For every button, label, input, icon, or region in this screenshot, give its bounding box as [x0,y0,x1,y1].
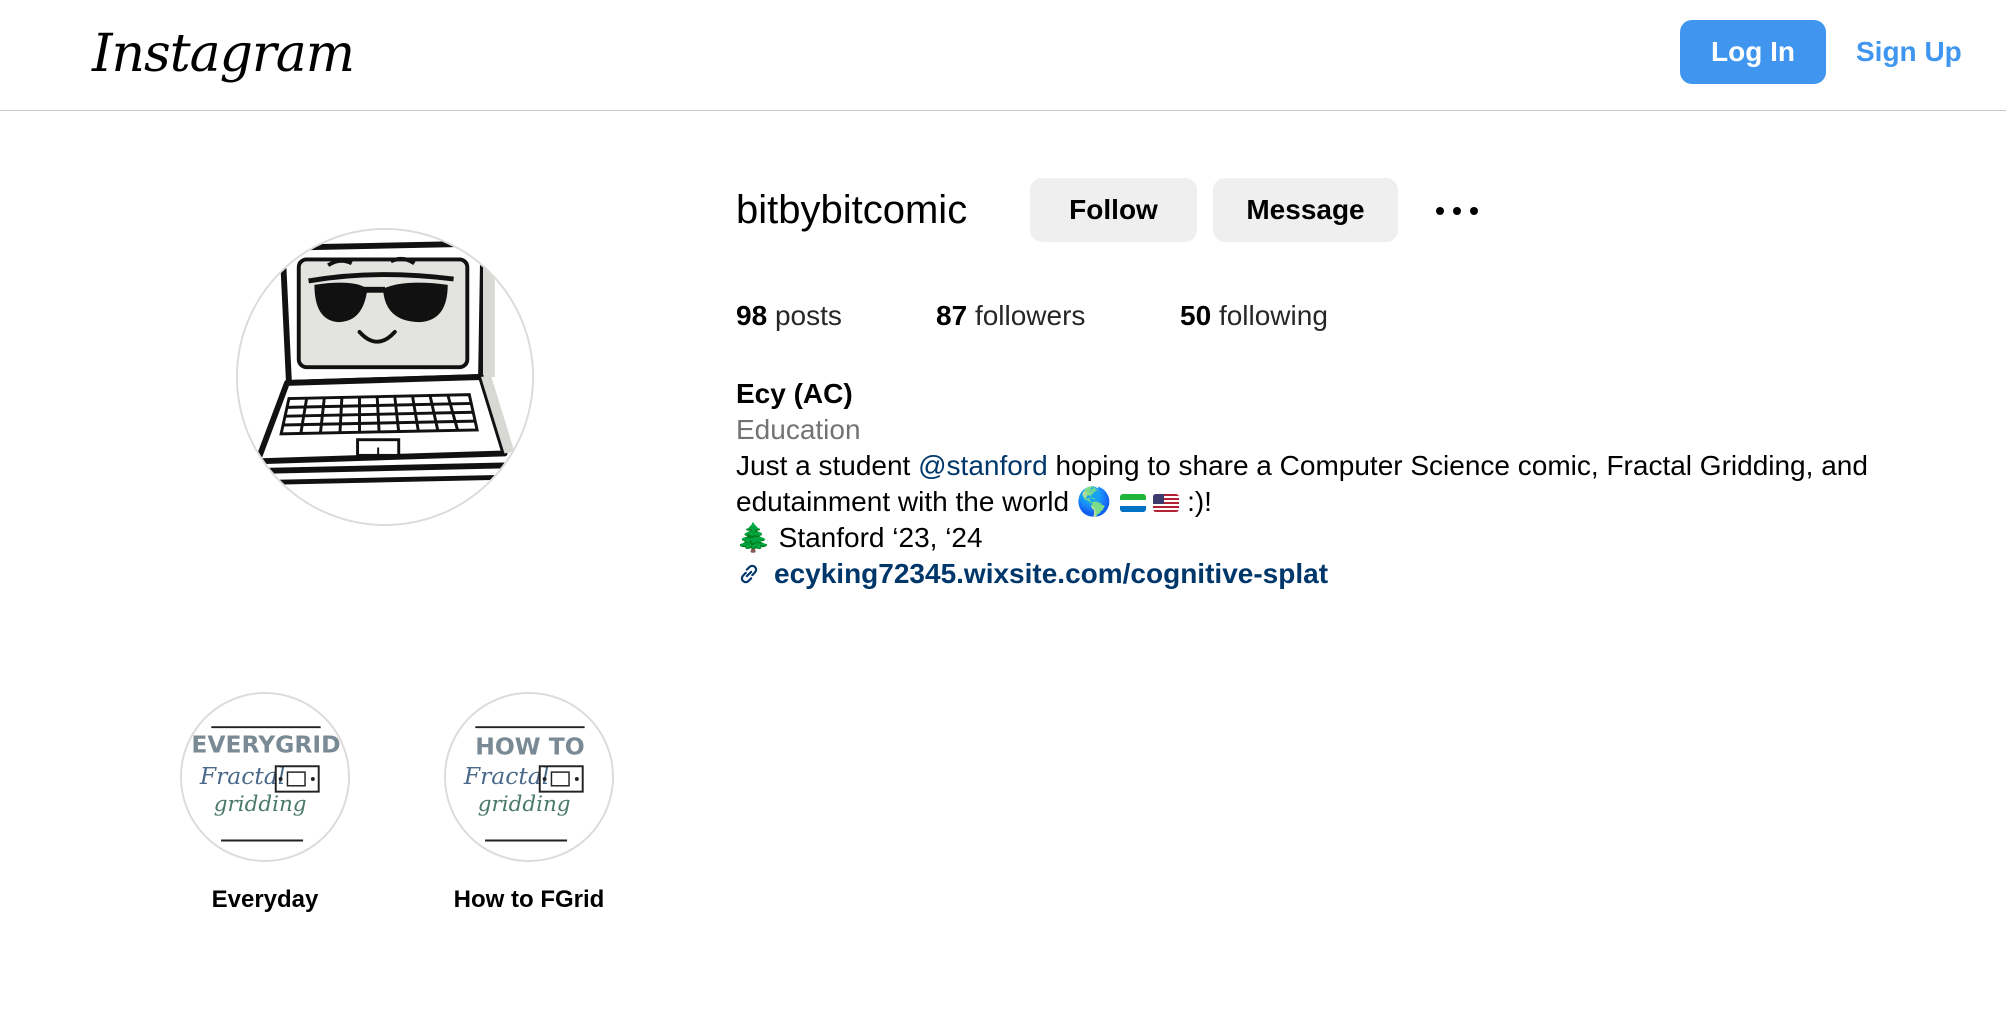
fractal-gridding-cover-icon: EVERYGRID Fractal gridding [182,694,348,860]
cover-title: EVERYGRID [191,731,340,759]
tree-emoji-icon: 🌲 [736,522,771,553]
following-stat[interactable]: 50 following [1180,300,1328,332]
highlight-cover: EVERYGRID Fractal gridding [180,692,350,862]
story-highlight-how-to-fgrid[interactable]: HOW TO Fractal gridding How to FGrid [442,692,616,914]
bio-line-2: edutainment with the world 🌎 :)! [736,484,1976,520]
bio-text-3: Stanford ‘23, ‘24 [770,522,983,553]
bio-text-2-end: :)! [1179,486,1212,517]
cover-title: HOW TO [475,733,584,761]
bio-text-1a: Just a student [736,450,919,481]
bio-display-name: Ecy (AC) [736,378,853,409]
bio-text-2: edutainment with the world [736,486,1077,517]
instagram-logo[interactable]: Instagram [92,14,355,94]
signup-link[interactable]: Sign Up [1856,20,1962,84]
bio-line-1: Just a student @stanford hoping to share… [736,448,1976,484]
profile-avatar[interactable] [236,228,534,526]
bio-text-1b: hoping to share a Computer Science comic… [1047,450,1868,481]
followers-stat[interactable]: 87 followers [936,300,1085,332]
external-website-link[interactable]: ecyking72345.wixsite.com/cognitive-splat [774,556,1328,592]
globe-emoji-icon: 🌎 [1076,486,1112,517]
profile-bio: Ecy (AC) Education Just a student @stanf… [736,376,1976,592]
cover-script-2: gridding [478,792,571,817]
more-options-icon[interactable] [1432,196,1482,226]
bio-link-row: ecyking72345.wixsite.com/cognitive-splat [736,556,1976,592]
follow-button[interactable]: Follow [1030,178,1197,242]
posts-count: 98 [736,300,768,331]
us-flag-icon [1153,494,1180,512]
following-label: following [1218,300,1328,331]
highlight-label: Everyday [211,886,319,913]
fractal-gridding-cover-icon: HOW TO Fractal gridding [446,694,612,860]
profile-username: bitbybitcomic [736,188,968,232]
cover-script-1: Fractal [463,762,549,790]
sierra-leone-flag-icon [1119,494,1146,512]
posts-label: posts [774,300,842,331]
following-count: 50 [1180,300,1212,331]
story-highlight-everyday[interactable]: EVERYGRID Fractal gridding Everyday [178,692,352,914]
posts-stat: 98 posts [736,300,842,332]
highlight-label: How to FGrid [453,886,605,913]
stanford-mention-link[interactable]: @stanford [918,450,1048,481]
bio-category: Education [736,414,861,445]
cover-script-2: gridding [214,792,307,817]
followers-label: followers [974,300,1086,331]
login-button[interactable]: Log In [1680,20,1826,84]
cover-script-1: Fractal [199,762,285,790]
top-nav-bar: Instagram Log In Sign Up [0,0,2006,111]
link-icon [740,564,758,584]
highlight-cover: HOW TO Fractal gridding [444,692,614,862]
laptop-sunglasses-avatar-icon [238,230,532,524]
bio-line-3: 🌲 Stanford ‘23, ‘24 [736,520,1976,556]
message-button[interactable]: Message [1213,178,1398,242]
followers-count: 87 [936,300,968,331]
